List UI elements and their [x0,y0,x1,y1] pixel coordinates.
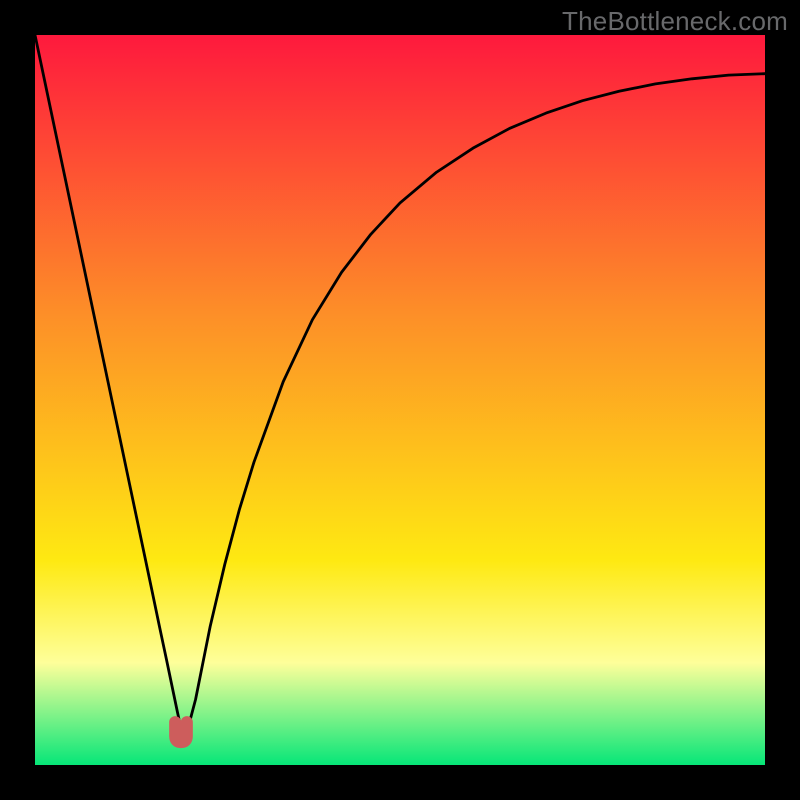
plot-area [35,35,765,765]
minimum-marker [175,722,187,742]
marker-u [175,722,187,742]
chart-svg [35,35,765,765]
chart-frame: TheBottleneck.com [0,0,800,800]
attribution-label: TheBottleneck.com [562,6,788,37]
gradient-background [35,35,765,765]
